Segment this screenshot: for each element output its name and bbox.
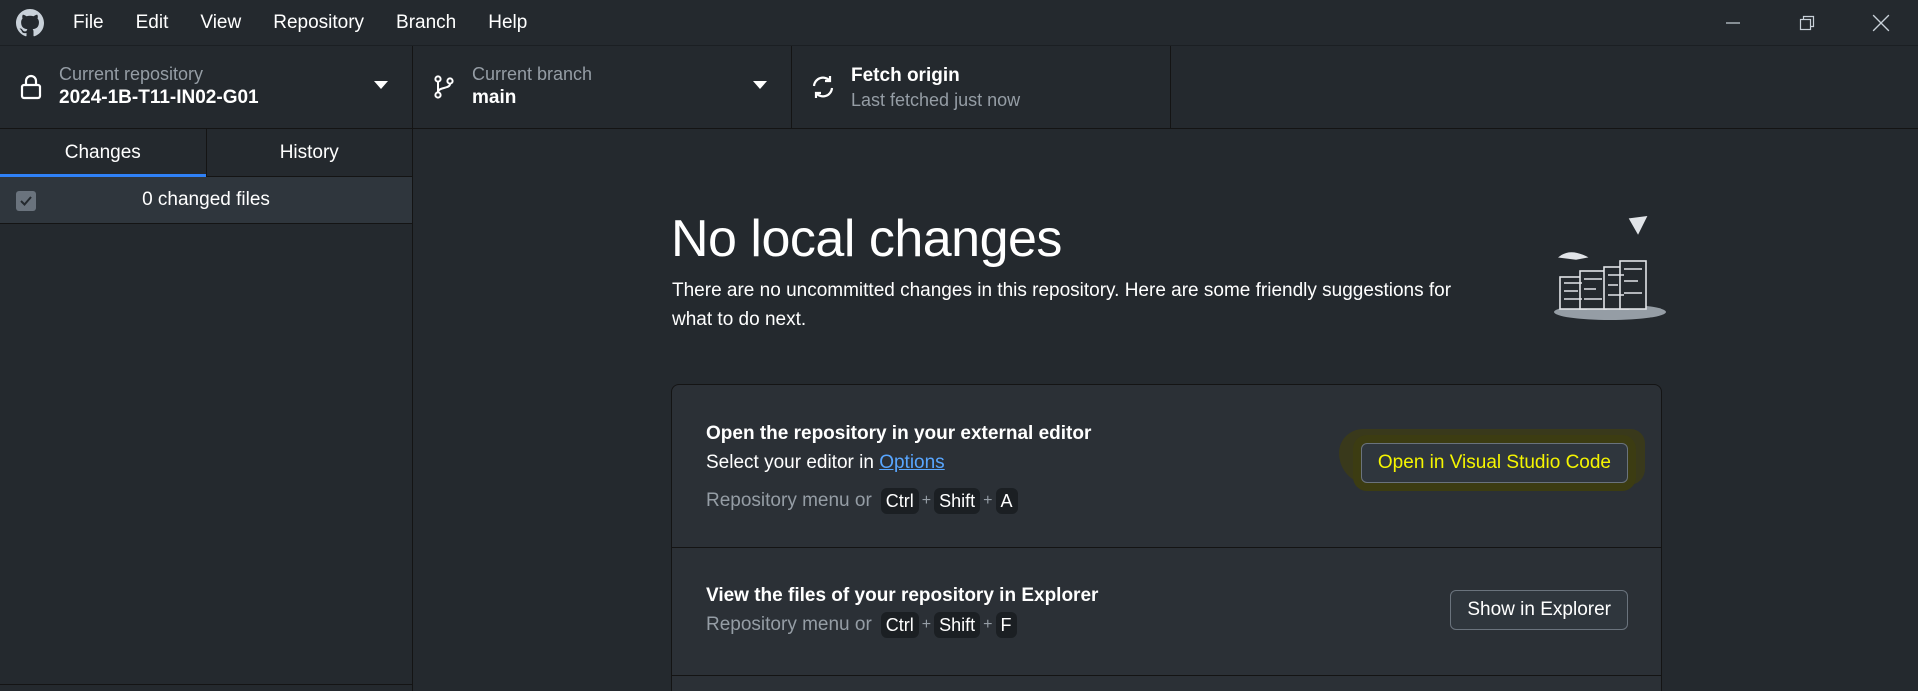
suggestions-card: Open the repository in your external edi… xyxy=(671,384,1662,691)
menu-edit[interactable]: Edit xyxy=(120,0,185,46)
suggestion-show-in-explorer: View the files of your repository in Exp… xyxy=(672,548,1661,676)
check-icon xyxy=(20,196,32,206)
plus-symbol: + xyxy=(921,492,932,509)
chevron-down-icon xyxy=(753,81,767,89)
tab-history[interactable]: History xyxy=(205,129,413,177)
current-repository-selector[interactable]: Current repository 2024-1B-T11-IN02-G01 xyxy=(0,46,413,128)
sync-icon xyxy=(809,73,837,101)
empty-state-illustration xyxy=(1542,209,1672,329)
shortcut-prefix: Repository menu or xyxy=(706,614,872,635)
select-all-checkbox[interactable] xyxy=(16,191,36,211)
suggestion-title: View the files of your repository in Exp… xyxy=(706,585,1099,606)
restore-icon xyxy=(1799,15,1815,31)
menu-branch[interactable]: Branch xyxy=(380,0,472,46)
fetch-origin-button[interactable]: Fetch origin Last fetched just now xyxy=(792,46,1171,128)
minimize-button[interactable] xyxy=(1696,0,1770,46)
window-controls xyxy=(1696,0,1918,46)
branch-name: main xyxy=(472,87,517,108)
branch-label: Current branch xyxy=(472,64,593,84)
plus-symbol: + xyxy=(921,616,932,633)
lock-icon xyxy=(17,73,45,101)
key-ctrl: Ctrl xyxy=(880,612,919,638)
keyboard-shortcut: Repository menu or Ctrl + Shift + F xyxy=(706,612,1018,638)
menu-view[interactable]: View xyxy=(184,0,257,46)
menu-repository[interactable]: Repository xyxy=(257,0,380,46)
close-button[interactable] xyxy=(1844,0,1918,46)
changed-files-count: 0 changed files xyxy=(142,189,270,210)
menu-help[interactable]: Help xyxy=(472,0,543,46)
repository-name: 2024-1B-T11-IN02-G01 xyxy=(59,87,259,108)
minimize-icon xyxy=(1726,22,1740,24)
fetch-status: Last fetched just now xyxy=(851,90,1021,110)
title-bar: File Edit View Repository Branch Help xyxy=(0,0,1918,46)
repository-label: Current repository xyxy=(59,64,204,84)
key-a: A xyxy=(995,488,1018,514)
description-text: Select your editor in xyxy=(706,452,880,473)
page-title: No local changes xyxy=(671,210,1062,268)
menu-file[interactable]: File xyxy=(73,0,120,46)
sidebar-tabs: Changes History xyxy=(0,129,413,178)
git-branch-icon xyxy=(430,73,458,101)
current-branch-selector[interactable]: Current branch main xyxy=(413,46,792,128)
shortcut-prefix: Repository menu or xyxy=(706,490,872,511)
key-ctrl: Ctrl xyxy=(880,488,919,514)
open-in-vscode-button[interactable]: Open in Visual Studio Code xyxy=(1360,443,1628,483)
suggestion-external-editor: Open the repository in your external edi… xyxy=(672,385,1661,548)
main-content: No local changes There are no uncommitte… xyxy=(414,129,1918,691)
keyboard-shortcut: Repository menu or Ctrl + Shift + A xyxy=(706,488,1019,514)
github-logo-icon[interactable] xyxy=(15,8,45,38)
suggestion-description: Select your editor in Options xyxy=(706,452,945,474)
key-shift: Shift xyxy=(934,488,981,514)
key-f: F xyxy=(995,612,1017,638)
chevron-down-icon xyxy=(374,81,388,89)
show-in-explorer-button[interactable]: Show in Explorer xyxy=(1450,590,1628,630)
plus-symbol: + xyxy=(983,492,993,509)
options-link[interactable]: Options xyxy=(879,452,944,473)
fetch-title: Fetch origin xyxy=(851,65,960,86)
sidebar-footer xyxy=(0,684,412,691)
changed-files-header: 0 changed files xyxy=(0,177,412,224)
toolbar: Current repository 2024-1B-T11-IN02-G01 … xyxy=(0,46,1918,129)
plus-symbol: + xyxy=(983,616,993,633)
suggestion-title: Open the repository in your external edi… xyxy=(706,423,1092,444)
menu-bar: File Edit View Repository Branch Help xyxy=(73,0,543,46)
restore-button[interactable] xyxy=(1770,0,1844,46)
sidebar: Changes History 0 changed files xyxy=(0,129,413,691)
close-icon xyxy=(1872,14,1890,32)
page-subtitle: There are no uncommitted changes in this… xyxy=(672,280,1452,330)
tab-changes[interactable]: Changes xyxy=(0,129,206,178)
key-shift: Shift xyxy=(934,612,981,638)
